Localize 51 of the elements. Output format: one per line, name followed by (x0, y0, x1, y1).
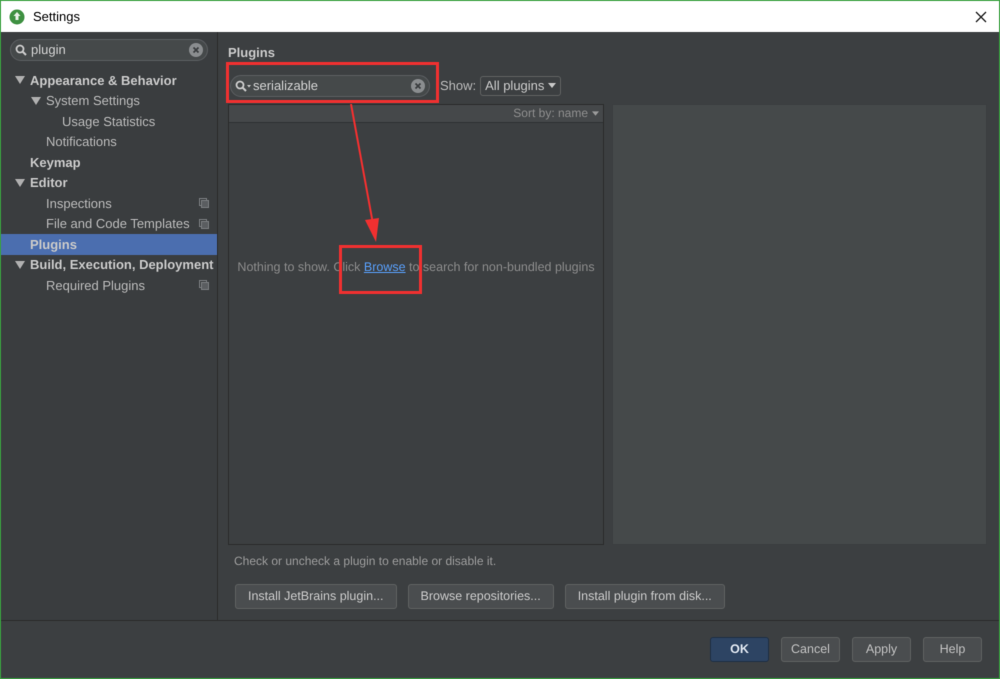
tree-label: Build, Execution, Deployment (30, 256, 214, 274)
page-title: Plugins (228, 44, 276, 62)
expand-arrow-icon[interactable] (31, 96, 41, 106)
browse-link[interactable]: Browse (364, 260, 406, 274)
dialog-button[interactable]: Help (923, 637, 982, 662)
tree-label: Usage Statistics (62, 112, 156, 131)
caret-icon (548, 83, 556, 88)
hint-text: Check or uncheck a plugin to enable or disable it. (234, 552, 498, 570)
tree-label: Editor (30, 174, 68, 192)
tree-item[interactable]: Required Plugins (1, 275, 217, 296)
tree-label: Notifications (46, 133, 117, 151)
search-text: serializable (253, 76, 320, 95)
install-button[interactable]: Install plugin from disk... (564, 584, 725, 608)
show-label: Show: (440, 76, 476, 95)
dialog-button[interactable]: Cancel (781, 637, 840, 662)
close-icon[interactable] (975, 10, 987, 22)
app-icon (9, 8, 25, 24)
search-icon (235, 80, 251, 92)
tree-item[interactable]: Usage Statistics (1, 111, 217, 132)
clear-icon[interactable] (411, 78, 425, 92)
expand-arrow-icon[interactable] (15, 75, 25, 86)
tree-label: File and Code Templates (46, 215, 190, 233)
expand-arrow-icon[interactable] (15, 178, 25, 188)
install-button[interactable]: Browse repositories... (408, 584, 554, 608)
search-icon (15, 44, 27, 56)
tree-item[interactable]: Appearance & Behavior (1, 70, 217, 90)
tree-label: Plugins (30, 236, 77, 254)
tree-label: Required Plugins (46, 276, 146, 295)
show-dropdown[interactable]: All plugins (480, 76, 562, 96)
window-title: Settings (33, 8, 80, 26)
tree-item[interactable]: File and Code Templates (1, 214, 217, 234)
dialog-button[interactable]: Apply (852, 637, 911, 662)
clear-icon[interactable] (189, 43, 203, 57)
tree-item[interactable]: Inspections (1, 193, 217, 214)
dialog-button[interactable]: OK (710, 637, 769, 662)
search-field[interactable]: plugin (10, 39, 208, 61)
expand-arrow-icon[interactable] (15, 260, 25, 270)
tree-item[interactable]: System Settings (1, 90, 217, 111)
install-button[interactable]: Install JetBrains plugin... (235, 584, 396, 608)
tree-label: Appearance & Behavior (30, 72, 177, 90)
tree-item[interactable]: Editor (1, 172, 217, 193)
tree-item[interactable]: Keymap (1, 152, 217, 172)
tree-label: Keymap (30, 154, 81, 172)
plugin-search-field[interactable]: serializable (230, 74, 430, 96)
tree-item[interactable]: Build, Execution, Deployment (1, 254, 217, 275)
tree-item[interactable]: Notifications (1, 132, 217, 152)
tree-label: System Settings (46, 92, 140, 110)
caret-icon (592, 110, 599, 116)
tree-item[interactable]: Plugins (1, 234, 217, 254)
search-text: plugin (31, 41, 67, 60)
tree-label: Inspections (46, 194, 112, 213)
